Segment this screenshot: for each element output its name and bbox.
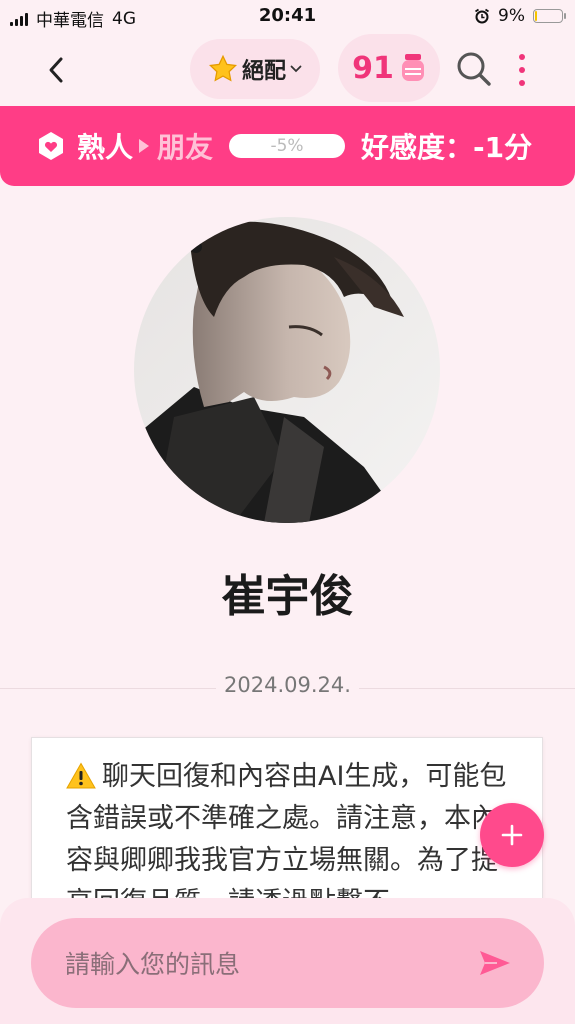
chevron-down-icon — [290, 65, 302, 73]
next-level: 朋友 — [157, 131, 214, 164]
date-label: 2024.09.24. — [216, 673, 359, 697]
points-value: 91 — [352, 50, 394, 86]
play-arrow-icon — [139, 139, 150, 153]
match-label: 絕配 — [241, 59, 286, 84]
current-level: 熟人 — [77, 131, 134, 164]
more-menu-button[interactable] — [512, 54, 532, 86]
affinity-score: 好感度：-1分 — [361, 131, 533, 164]
send-icon — [480, 951, 510, 975]
battery-percent: 9% — [498, 6, 525, 26]
affinity-progress-bar: -5% — [229, 134, 346, 158]
message-composer — [31, 918, 544, 1010]
search-icon — [457, 52, 491, 86]
search-button[interactable] — [455, 50, 493, 88]
star-icon — [208, 54, 237, 82]
warning-icon — [66, 762, 96, 789]
more-dot-icon — [519, 54, 525, 60]
portrait-image — [134, 217, 440, 523]
add-button[interactable] — [480, 803, 544, 867]
heart-hexagon-icon — [39, 132, 63, 160]
disclaimer-text: 聊天回復和內容由AI生成，可能包含錯誤或不準確之處。請注意，本內容與卿卿我我官方… — [66, 761, 507, 918]
relationship-banner[interactable]: 熟人 朋友 -5% 好感度：-1分 — [0, 106, 575, 186]
more-dot-icon — [519, 80, 525, 86]
status-right: 9% — [474, 6, 566, 26]
character-avatar[interactable] — [134, 217, 440, 523]
battery-fill — [535, 11, 537, 21]
back-button[interactable] — [40, 52, 72, 88]
chevron-left-icon — [49, 57, 63, 83]
chat-header: 絕配 91 — [0, 34, 575, 106]
match-dropdown[interactable]: 絕配 — [190, 39, 320, 99]
status-bar: 中華電信 4G 20:41 9% — [0, 0, 575, 34]
date-separator: 2024.09.24. — [0, 673, 575, 697]
message-input[interactable] — [63, 918, 467, 1010]
progress-text: -5% — [270, 136, 304, 156]
plus-icon — [501, 824, 523, 846]
battery-icon — [533, 9, 566, 23]
send-button[interactable] — [469, 939, 521, 987]
character-name: 崔宇俊 — [221, 571, 354, 622]
jar-icon — [401, 54, 424, 81]
points-button[interactable]: 91 — [338, 34, 440, 102]
more-dot-icon — [519, 67, 525, 73]
alarm-icon — [475, 8, 490, 24]
